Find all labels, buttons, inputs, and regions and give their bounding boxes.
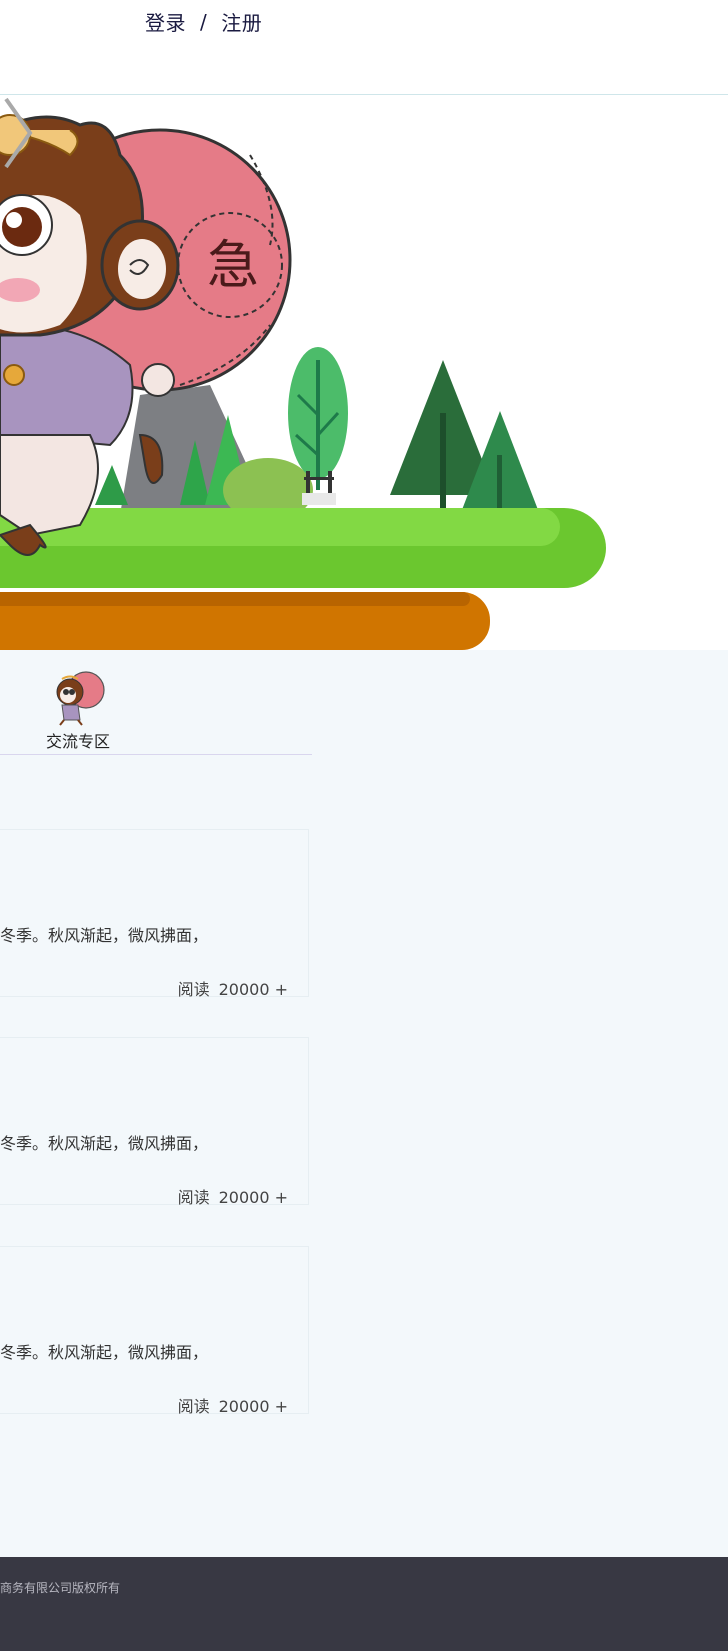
register-link[interactable]: 注册 [221,7,262,36]
login-link[interactable]: 登录 [145,7,186,36]
post-read-count: 阅读 20000 + [178,1184,288,1208]
post-excerpt: 冬季。秋风渐起，微风拂面， [0,1343,209,1362]
post-card[interactable]: 冬季。秋风渐起，微风拂面， 阅读 20000 + [0,829,309,1000]
banner-carousel[interactable]: 急 [0,95,728,650]
top-header: 登录 / 注册 [0,0,728,95]
read-number: 20000 + [218,980,288,999]
auth-separator: / [200,9,208,34]
post-excerpt: 冬季。秋风渐起，微风拂面， [0,926,209,945]
category-strip: 交流专区 [0,650,312,755]
monkey-avatar-icon [56,671,105,726]
post-card[interactable]: 冬季。秋风渐起，微风拂面， 阅读 20000 + [0,1037,309,1208]
page-footer: 商务有限公司版权所有 [0,1557,728,1651]
category-item-exchange[interactable]: 交流专区 [42,668,114,752]
read-label: 阅读 [177,980,210,999]
read-label: 阅读 [177,1397,210,1416]
post-excerpt: 冬季。秋风渐起，微风拂面， [0,1134,209,1153]
footer-copyright: 商务有限公司版权所有 [0,1581,121,1595]
chevron-right-icon[interactable] [0,95,36,171]
post-card[interactable]: 冬季。秋风渐起，微风拂面， 阅读 20000 + [0,1246,309,1417]
auth-links: 登录 / 注册 [145,7,262,36]
banner-illustration: 急 [0,114,606,650]
read-number: 20000 + [218,1397,288,1416]
post-read-count: 阅读 20000 + [178,1393,288,1417]
small-tree [95,465,128,505]
svg-text:急: 急 [207,236,259,296]
post-read-count: 阅读 20000 + [178,976,288,1000]
read-label: 阅读 [177,1188,210,1207]
category-label: 交流专区 [45,732,110,751]
read-number: 20000 + [218,1188,288,1207]
